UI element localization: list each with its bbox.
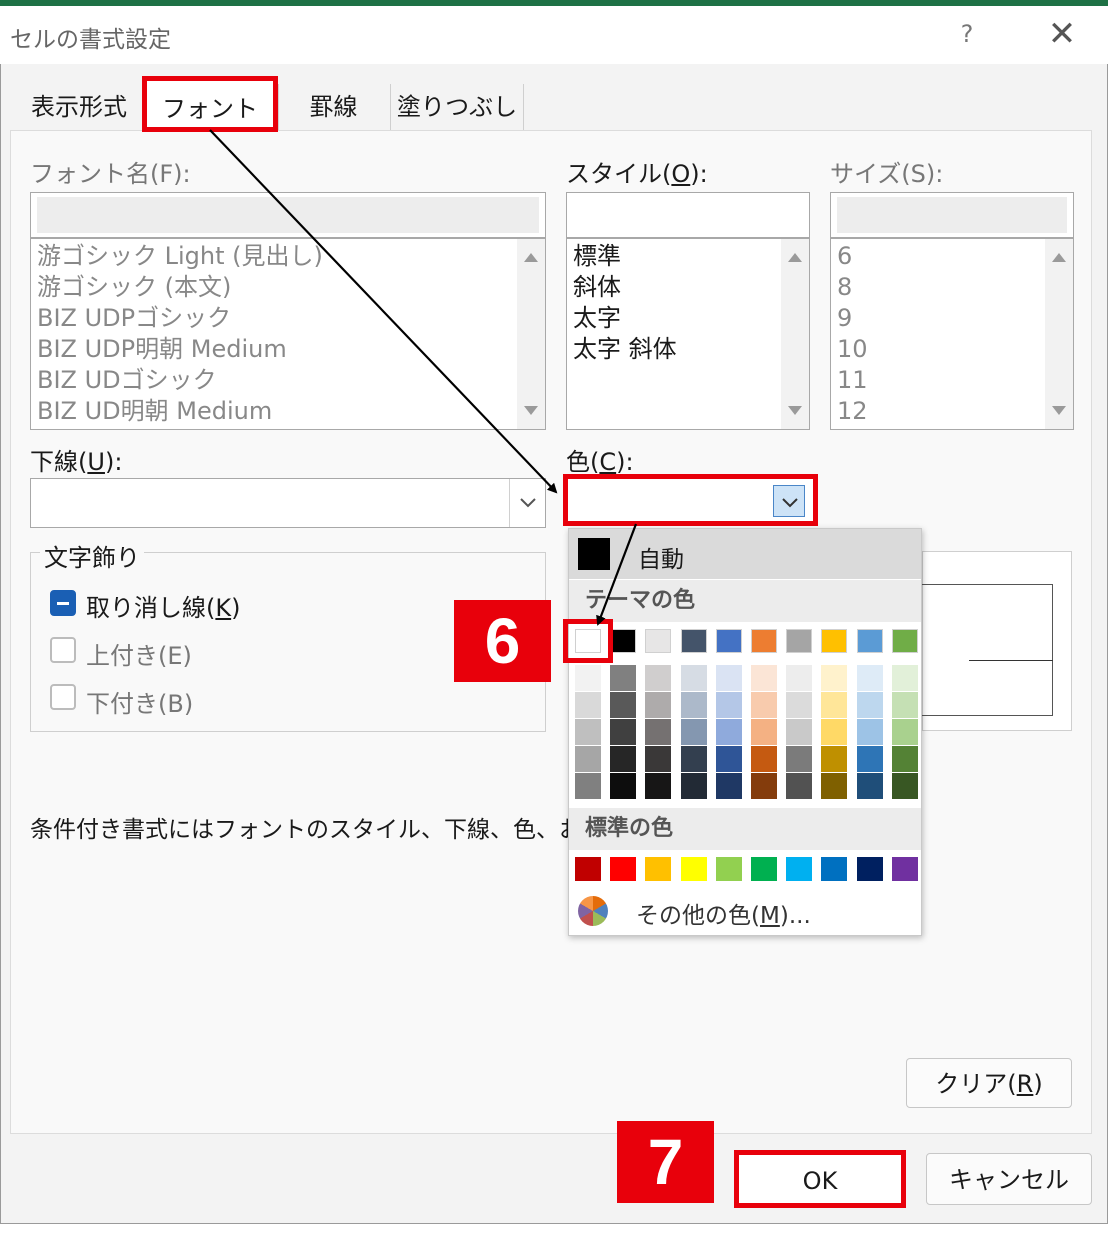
arrow-tab-to-color bbox=[209, 129, 558, 494]
annotation-arrows bbox=[209, 129, 638, 626]
arrow-color-to-swatch bbox=[596, 523, 638, 626]
